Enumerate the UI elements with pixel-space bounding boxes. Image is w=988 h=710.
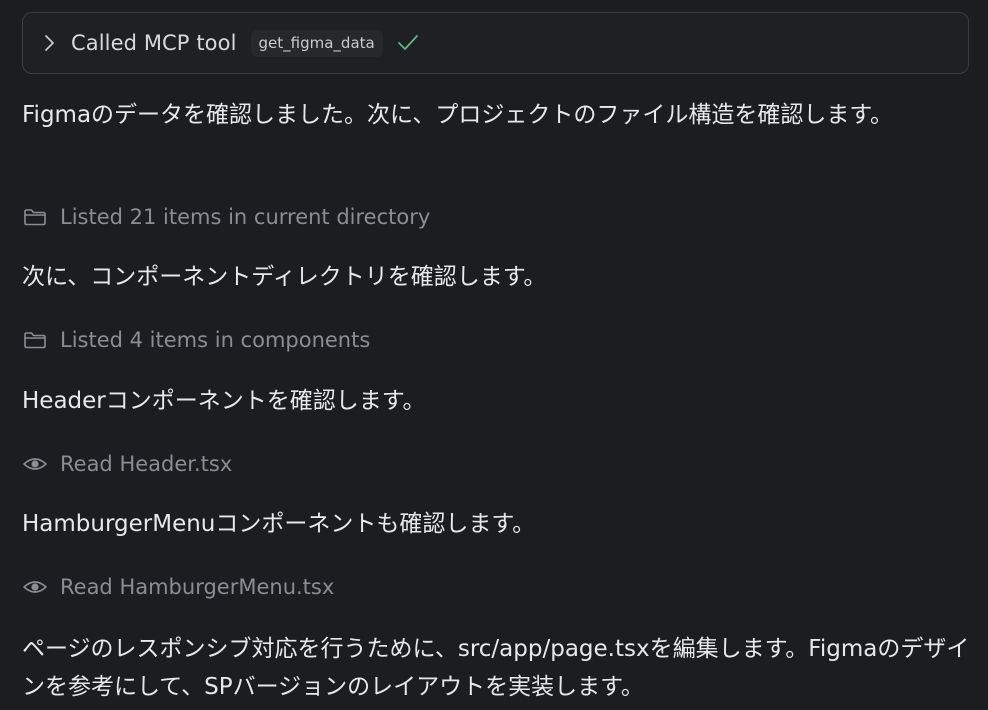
activity-read-hamburger[interactable]: Read HamburgerMenu.tsx bbox=[22, 572, 334, 602]
activity-text: Listed 4 items in components bbox=[60, 328, 371, 352]
eye-icon bbox=[22, 451, 48, 477]
tool-name-badge: get_figma_data bbox=[250, 29, 383, 57]
assistant-message: Figmaのデータを確認しました。次に、プロジェクトのファイル構造を確認します。 bbox=[22, 102, 894, 128]
tool-call-label: Called MCP tool bbox=[71, 31, 237, 55]
activity-read-header[interactable]: Read Header.tsx bbox=[22, 449, 232, 479]
chevron-right-icon[interactable] bbox=[43, 32, 65, 54]
activity-text: Read Header.tsx bbox=[60, 452, 233, 476]
check-icon bbox=[397, 31, 421, 55]
activity-list-components[interactable]: Listed 4 items in components bbox=[22, 325, 370, 355]
assistant-message: 次に、コンポーネントディレクトリを確認します。 bbox=[22, 264, 547, 290]
eye-icon bbox=[22, 574, 48, 600]
assistant-message: ページのレスポンシブ対応を行うために、src/app/page.tsxを編集しま… bbox=[22, 636, 970, 700]
activity-text: Read HamburgerMenu.tsx bbox=[60, 575, 335, 599]
folder-icon bbox=[22, 327, 48, 353]
activity-list-directory[interactable]: Listed 21 items in current directory bbox=[22, 202, 430, 232]
folder-icon bbox=[22, 204, 48, 230]
assistant-message: Headerコンポーネントを確認します。 bbox=[22, 388, 426, 414]
assistant-message: HamburgerMenuコンポーネントも確認します。 bbox=[22, 511, 536, 537]
activity-text: Listed 21 items in current directory bbox=[60, 205, 431, 229]
mcp-tool-call-card[interactable]: Called MCP tool get_figma_data bbox=[22, 12, 969, 74]
